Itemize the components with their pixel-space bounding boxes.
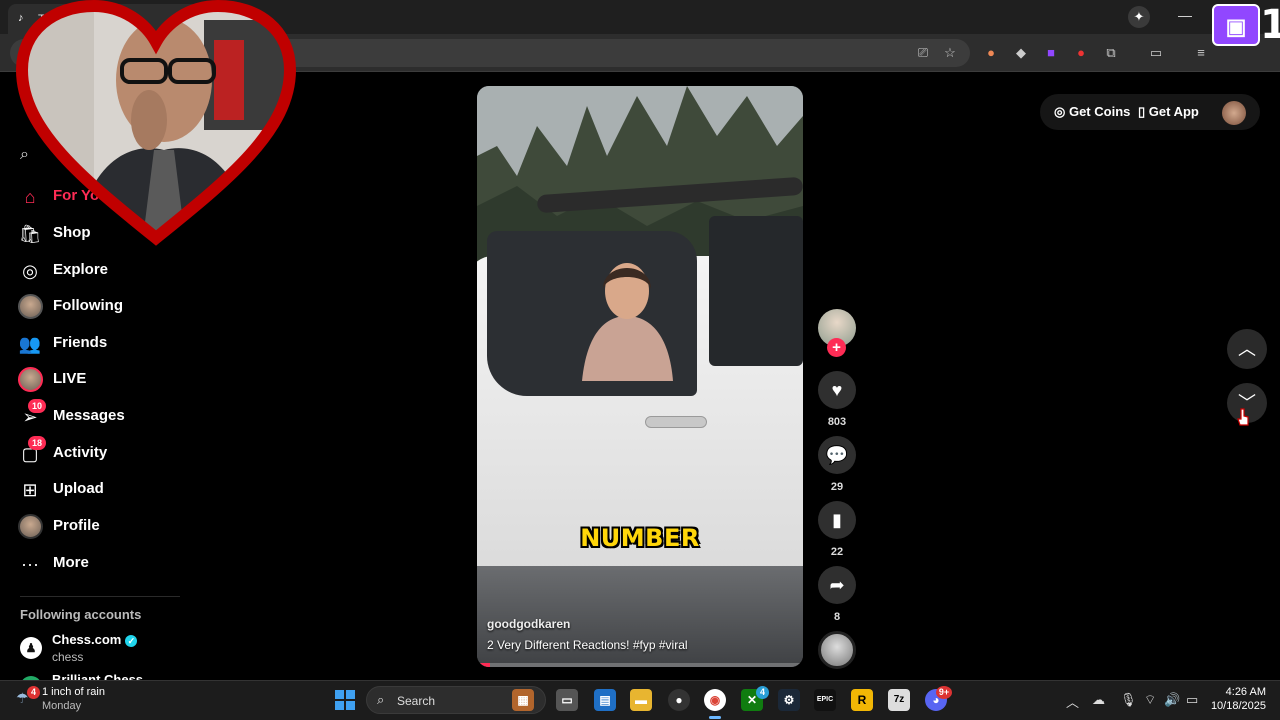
account-handle: chess [52, 650, 84, 664]
windows-start-icon[interactable] [335, 690, 355, 710]
get-coins-link[interactable]: ◎ Get Coins [1054, 104, 1130, 120]
comment-count: 29 [830, 481, 844, 493]
video-progress-fill [477, 663, 491, 667]
file-explorer-icon[interactable]: ▬ [630, 689, 652, 711]
taskbar-search-text: Search [397, 694, 436, 708]
onedrive-icon[interactable]: ☁ [1092, 692, 1105, 708]
hand-cursor-icon [1237, 408, 1249, 426]
sidebar-item-activity[interactable]: ▢ 18 Activity [18, 436, 188, 468]
following-avatar [18, 294, 43, 319]
activity-badge: 18 [28, 436, 47, 450]
search-highlight-icon[interactable]: ▦ [512, 689, 534, 711]
clock-date[interactable]: 10/18/2025 [1200, 700, 1266, 712]
friends-icon: 👥 [18, 334, 42, 354]
sidebar-item-label: Messages [53, 407, 125, 424]
music-disc-icon[interactable] [818, 631, 856, 669]
wifi-icon[interactable]: ⌔ [1144, 692, 1156, 708]
cast-icon[interactable]: ⎚ [914, 44, 932, 62]
weather-badge: 4 [27, 686, 40, 699]
upload-icon: ⊞ [22, 480, 38, 500]
extensions-icon[interactable]: ⧉ [1102, 44, 1120, 62]
sidebar-item-label: More [53, 554, 89, 571]
sparkle-icon[interactable]: ✦ [1128, 6, 1150, 28]
sidebar-icon[interactable]: ▭ [1147, 44, 1165, 62]
sidebar-item-following[interactable]: Following [18, 293, 188, 321]
sidebar-item-live[interactable]: LIVE [18, 366, 188, 394]
sidebar-item-label: Following [53, 297, 123, 314]
obs-icon[interactable]: ● [668, 689, 690, 711]
sidebar-item-friends[interactable]: 👥 Friends [18, 330, 188, 358]
7zip-icon[interactable]: 7z [888, 689, 910, 711]
chevron-up-icon[interactable]: ︿ [1227, 329, 1267, 369]
video-description: 2 Very Different Reactions! #fyp #viral [487, 638, 688, 652]
star-icon[interactable]: ☆ [941, 44, 959, 62]
video-player[interactable]: NUMBER goodgodkaren 2 Very Different Rea… [477, 86, 803, 667]
verified-icon: ✓ [125, 634, 138, 647]
sidebar-item-label: Explore [53, 261, 109, 278]
twitch-ext-icon[interactable]: ■ [1042, 44, 1060, 62]
chevron-up-tray-icon[interactable]: ︿ [1066, 692, 1079, 711]
save-count: 22 [830, 546, 844, 558]
follow-plus-icon[interactable]: + [827, 338, 846, 357]
share-count: 8 [833, 611, 841, 623]
video-caption: NUMBER [580, 524, 700, 552]
shield-ext-icon[interactable]: ● [1072, 44, 1090, 62]
user-avatar[interactable] [1222, 101, 1246, 125]
comment-icon[interactable]: 💬 [818, 436, 856, 474]
media-icon[interactable]: ≡ [1192, 44, 1210, 62]
compass-icon: ◎ [22, 261, 38, 281]
sidebar-item-explore[interactable]: ◎ Explore [18, 257, 188, 285]
sidebar-item-upload[interactable]: ⊞ Upload [18, 476, 188, 504]
sidebar-item-messages[interactable]: ➢ 10 Messages [18, 399, 188, 431]
store-icon[interactable]: ▤ [594, 689, 616, 711]
like-count: 803 [827, 416, 847, 428]
epic-games-icon[interactable]: EPIC [814, 689, 836, 711]
live-avatar [18, 367, 43, 392]
driver [582, 263, 673, 381]
battery-icon[interactable]: ▭ [1186, 692, 1198, 708]
video-progress[interactable] [477, 663, 803, 667]
rear-window [709, 216, 803, 366]
twitch-icon: ▣ [1212, 4, 1260, 46]
task-view-icon[interactable]: ▭ [556, 689, 578, 711]
steam-icon[interactable]: ⚙ [778, 689, 800, 711]
share-icon[interactable]: ➦ [818, 566, 856, 604]
heart-icon[interactable]: ♥ [818, 371, 856, 409]
sidebar-item-profile[interactable]: Profile [18, 513, 188, 541]
messages-badge: 10 [28, 399, 47, 413]
sidebar-item-label: Friends [53, 334, 108, 351]
sidebar-divider [20, 596, 180, 597]
sidebar-item-label: Profile [53, 517, 100, 534]
discord-badge: 9+ [936, 686, 952, 699]
chess-avatar: ♟ [20, 637, 42, 659]
active-app-indicator [709, 716, 721, 719]
weather-subtitle: Monday [42, 700, 82, 712]
get-app-link[interactable]: ▯ Get App [1138, 104, 1199, 120]
search-icon: ⌕ [377, 692, 385, 707]
color-ext-icon[interactable]: ● [982, 44, 1000, 62]
rockstar-icon[interactable]: R [851, 689, 873, 711]
bookmark-icon[interactable]: ▮ [818, 501, 856, 539]
sidebar-item-label: Activity [53, 444, 108, 461]
minimize-button[interactable]: — [1178, 7, 1192, 23]
video-author[interactable]: goodgodkaren [487, 617, 570, 631]
account-name: Chess.com ✓ [52, 632, 138, 647]
microphone-icon[interactable]: 🎙 [1120, 692, 1137, 708]
weather-title: 1 inch of rain [42, 686, 105, 698]
webcam-overlay [15, 0, 297, 246]
following-accounts-title: Following accounts [20, 607, 142, 622]
diamond-ext-icon[interactable]: ◆ [1012, 44, 1030, 62]
xbox-badge: 4 [756, 686, 769, 699]
more-icon: ··· [21, 554, 39, 574]
sidebar-item-more[interactable]: ··· More [18, 550, 188, 578]
clock-time[interactable]: 4:26 AM [1212, 686, 1266, 698]
twitch-overlay: ▣ 1 [1204, 2, 1280, 48]
chrome-icon[interactable]: ◉ [704, 689, 726, 711]
volume-icon[interactable]: 🔊 [1164, 692, 1180, 708]
sidebar-item-label: Upload [53, 480, 104, 497]
door-handle [645, 416, 707, 428]
sidebar-item-label: LIVE [53, 370, 87, 387]
profile-avatar [18, 514, 43, 539]
twitch-count: 1 [1260, 2, 1280, 48]
